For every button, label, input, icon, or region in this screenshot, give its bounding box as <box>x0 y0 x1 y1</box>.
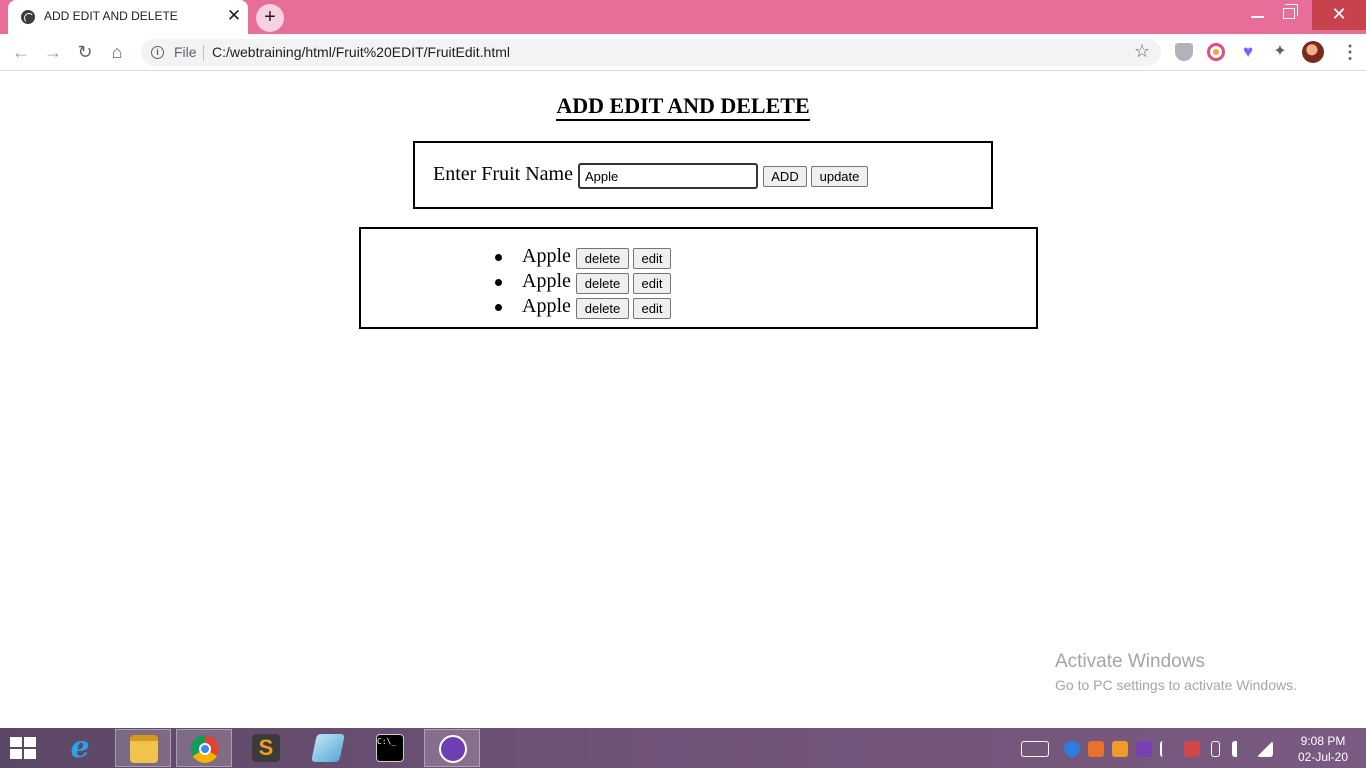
back-arrow-icon[interactable]: ← <box>8 40 34 66</box>
shield-extension-icon[interactable] <box>1175 43 1193 61</box>
heart-extension-icon[interactable]: ♥ <box>1239 43 1257 61</box>
tray-app-icon[interactable] <box>1112 741 1128 757</box>
minimize-icon <box>1251 16 1264 18</box>
window-close-button[interactable]: ✕ <box>1312 0 1366 30</box>
browser-toolbar: ← → ↻ ⌂ i File C:/webtraining/html/Fruit… <box>0 34 1366 71</box>
browser-tab[interactable]: ADD EDIT AND DELETE ✕ <box>8 0 248 34</box>
command-prompt-taskbar-button[interactable]: C:\_ <box>362 729 418 767</box>
edit-button[interactable]: edit <box>633 273 671 294</box>
internet-explorer-taskbar-button[interactable]: e <box>52 729 108 767</box>
extensions-puzzle-icon[interactable]: ✦ <box>1271 43 1289 61</box>
teamviewer-icon[interactable] <box>1064 741 1080 757</box>
flag-icon[interactable] <box>1184 741 1200 757</box>
url-text[interactable]: C:/webtraining/html/Fruit%20EDIT/FruitEd… <box>212 44 510 60</box>
tab-close-icon[interactable]: ✕ <box>226 7 242 25</box>
restore-icon <box>1283 4 1298 19</box>
page-title: ADD EDIT AND DELETE <box>0 93 1366 121</box>
bullet-icon <box>495 254 502 261</box>
edit-button[interactable]: edit <box>633 298 671 319</box>
sublime-text-icon: S <box>252 734 280 762</box>
fruit-name: Apple <box>522 295 571 317</box>
delete-button[interactable]: delete <box>576 273 629 294</box>
internet-explorer-icon: e <box>70 730 90 765</box>
fruit-list-box: Apple delete edit Apple delete edit Appl… <box>359 227 1038 329</box>
target-extension-icon[interactable] <box>1207 43 1225 61</box>
sublime-text-taskbar-button[interactable]: S <box>238 729 294 767</box>
clock-time: 9:08 PM <box>1300 734 1346 748</box>
globe-icon <box>21 10 35 24</box>
notes-icon <box>311 734 345 762</box>
address-bar[interactable]: i File C:/webtraining/html/Fruit%20EDIT/… <box>141 39 1161 66</box>
onenote-icon[interactable] <box>1136 741 1152 757</box>
tab-title: ADD EDIT AND DELETE <box>44 9 178 23</box>
battery-icon[interactable] <box>1211 741 1220 757</box>
maximize-button[interactable] <box>1268 0 1312 30</box>
bullet-icon <box>495 304 502 311</box>
file-explorer-taskbar-button[interactable] <box>115 729 171 767</box>
delete-button[interactable]: delete <box>576 298 629 319</box>
tray-app-icon[interactable] <box>1088 741 1104 757</box>
home-icon[interactable]: ⌂ <box>104 40 130 66</box>
keyboard-icon[interactable] <box>1021 741 1049 757</box>
taskbar-clock[interactable]: 9:08 PM 02-Jul-20 <box>1290 733 1356 765</box>
profile-avatar[interactable] <box>1302 41 1324 63</box>
forward-arrow-icon[interactable]: → <box>40 40 66 66</box>
github-desktop-taskbar-button[interactable] <box>424 729 480 767</box>
add-button[interactable]: ADD <box>763 166 807 187</box>
reload-icon[interactable]: ↻ <box>72 40 98 66</box>
command-prompt-icon: C:\_ <box>376 734 404 762</box>
update-button[interactable]: update <box>811 166 868 187</box>
file-explorer-icon <box>130 735 158 763</box>
clock-date: 02-Jul-20 <box>1297 750 1349 764</box>
fruit-name: Apple <box>522 270 571 292</box>
page-content: ADD EDIT AND DELETE Enter Fruit Name ADD… <box>0 71 1366 728</box>
browser-tab-strip: ADD EDIT AND DELETE ✕ + ✕ <box>0 0 1366 34</box>
info-icon[interactable]: i <box>151 46 164 59</box>
taskbar: e S C:\_ 9:08 PM 02-Jul-20 <box>0 728 1366 768</box>
bluetooth-icon[interactable] <box>1160 741 1170 757</box>
activate-windows-title: Activate Windows <box>1055 651 1205 672</box>
notes-taskbar-button[interactable] <box>300 729 356 767</box>
fruit-name: Apple <box>522 245 571 267</box>
fruit-name-label: Enter Fruit Name <box>433 163 573 185</box>
edit-button[interactable]: edit <box>633 248 671 269</box>
volume-icon[interactable] <box>1232 741 1244 757</box>
github-desktop-icon <box>439 735 467 763</box>
fruit-form-box: Enter Fruit Name ADD update <box>413 141 993 209</box>
bookmark-star-icon[interactable]: ☆ <box>1134 41 1150 62</box>
address-separator <box>203 45 204 61</box>
chrome-taskbar-button[interactable] <box>176 729 232 767</box>
delete-button[interactable]: delete <box>576 248 629 269</box>
activate-windows-subtitle: Go to PC settings to activate Windows. <box>1055 677 1297 693</box>
signal-icon[interactable] <box>1257 741 1273 757</box>
page-title-text: ADD EDIT AND DELETE <box>556 93 810 121</box>
menu-kebab-icon[interactable]: ⋮ <box>1340 40 1360 66</box>
file-scheme-label: File <box>174 44 197 60</box>
new-tab-button[interactable]: + <box>256 4 284 32</box>
bullet-icon <box>495 279 502 286</box>
windows-start-icon[interactable] <box>10 737 38 761</box>
fruit-name-input[interactable] <box>578 163 758 189</box>
activate-windows-watermark: Activate Windows Go to PC settings to ac… <box>1055 651 1297 693</box>
chrome-icon <box>191 735 219 763</box>
